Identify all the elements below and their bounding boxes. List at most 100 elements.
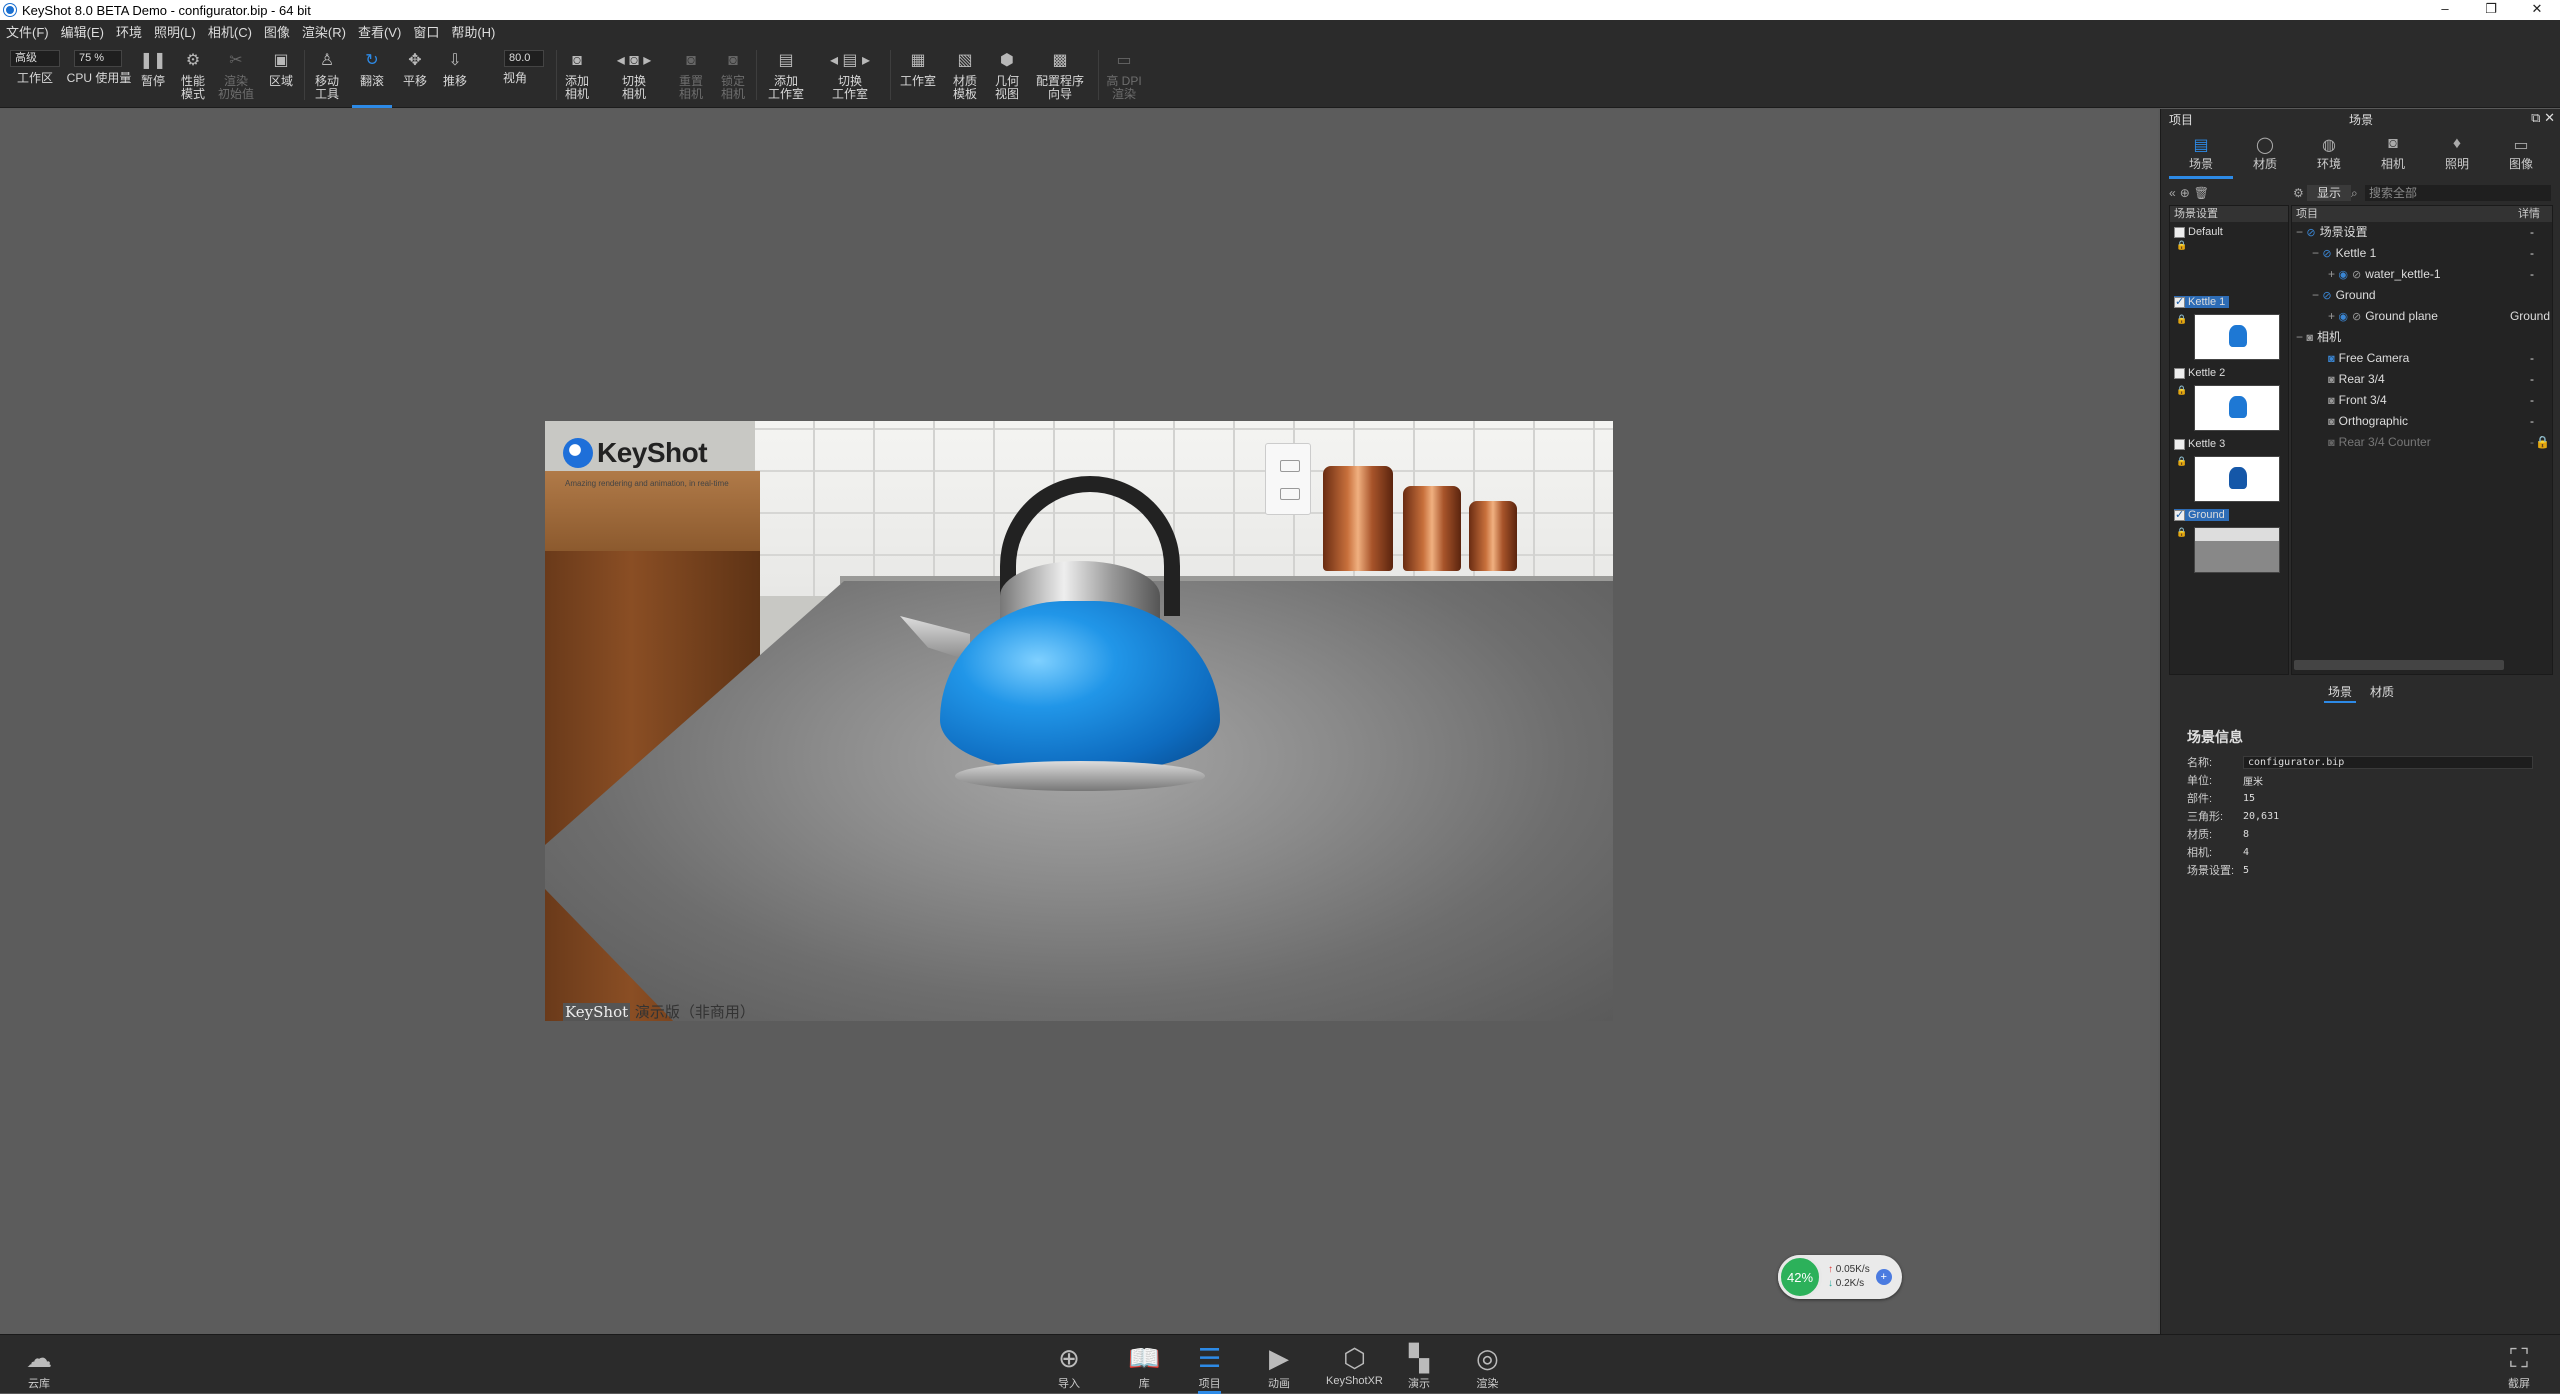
collapse-icon[interactable]: « (2169, 186, 2176, 200)
search-input[interactable]: 搜索全部 (2365, 185, 2551, 201)
tree-row[interactable]: + ◉ ⊘ Ground plane Ground (2292, 306, 2552, 327)
presentation-button[interactable]: ▚ 演示 (1408, 1341, 1430, 1391)
close-button[interactable]: ✕ (2514, 0, 2560, 20)
toolbar-tumble[interactable]: ↻ 翻滚 (352, 42, 392, 108)
toolbar-performance-mode[interactable]: ⚙ 性能 模式 (176, 42, 210, 108)
tree-horizontal-scrollbar[interactable] (2294, 660, 2504, 670)
toolbar-add-studio[interactable]: ▤ 添加 工作室 (764, 42, 808, 108)
toolbar-studio[interactable]: ▦ 工作室 (898, 42, 938, 108)
maximize-button[interactable]: ❐ (2468, 0, 2514, 20)
toolbar-configurator-wizard[interactable]: ▩ 配置程序 向导 (1030, 42, 1090, 108)
menu-edit[interactable]: 编辑(E) (61, 22, 104, 41)
tree-row-label: Rear 3/4 Counter (2338, 435, 2431, 449)
toolbar-switch-camera[interactable]: ◂ ◙ ▸ 切换 相机 (602, 42, 666, 108)
subtab-material[interactable]: 材质 (2366, 683, 2398, 703)
toolbar-workspace[interactable]: 工作区 (12, 42, 58, 108)
tree-row[interactable]: + ◉ ⊘ water_kettle-1 - (2292, 264, 2552, 285)
scene-set-kettle-3[interactable]: Kettle 3 🔒 (2170, 434, 2288, 505)
tree-row[interactable]: − ⊘ Kettle 1 - (2292, 243, 2552, 264)
toolbar-switch-studio[interactable]: ◂ ▤ ▸ 切换 工作室 (818, 42, 882, 108)
toolbar-lock-camera[interactable]: ◙ 锁定 相机 (716, 42, 750, 108)
window-controls: – ❐ ✕ (2422, 0, 2560, 20)
tree-row[interactable]: − ⊘ 场景设置 - (2292, 222, 2552, 243)
subtab-scene[interactable]: 场景 (2323, 683, 2356, 703)
tab-scene[interactable]: ▤ 场景 (2169, 131, 2233, 179)
menu-view[interactable]: 查看(V) (358, 22, 401, 41)
menu-camera[interactable]: 相机(C) (208, 22, 252, 41)
toolbar-geometry-view[interactable]: ⬢ 几何 视图 (990, 42, 1024, 108)
lock-icon[interactable]: 🔒 (2176, 314, 2187, 325)
add-scene-set-icon[interactable]: ⊕ (2180, 186, 2190, 200)
toolbar-reset-camera[interactable]: ◙ 重置 相机 (674, 42, 708, 108)
widget-plus-button[interactable]: + (1875, 1269, 1892, 1285)
info-name-field[interactable]: configurator.bip (2243, 755, 2533, 769)
import-button[interactable]: ⊕ 导入 (1058, 1341, 1080, 1391)
toolbar-dolly[interactable]: ⇩ 推移 (438, 42, 472, 108)
scene-set-checkbox[interactable] (2174, 508, 2185, 521)
toolbar-pause[interactable]: ❚❚ 暂停 (136, 42, 170, 108)
tree-row[interactable]: ◙ Front 3/4 - (2292, 390, 2552, 411)
render-viewport[interactable]: KeyShot Amazing rendering and animation,… (0, 109, 2158, 1334)
cloud-library-button[interactable]: ☁ 云库 (26, 1341, 52, 1391)
lock-icon[interactable]: 🔒 (2176, 527, 2187, 538)
toolbar-cpu-usage[interactable]: CPU 使用量 (66, 42, 132, 108)
tree-row[interactable]: − ⊘ Ground (2292, 285, 2552, 306)
scene-set-checkbox[interactable] (2174, 226, 2185, 238)
library-button[interactable]: 📖 库 (1128, 1341, 1160, 1391)
tab-lighting[interactable]: ♦ 照明 (2425, 131, 2489, 179)
scene-set-default[interactable]: Default 🔒 (2170, 222, 2288, 292)
keyshot-app-icon (4, 4, 16, 16)
menu-file[interactable]: 文件(F) (6, 22, 49, 41)
toolbar-move-tool[interactable]: ♙ 移动 工具 (310, 42, 344, 108)
scene-set-kettle-2[interactable]: Kettle 2 🔒 (2170, 363, 2288, 434)
network-speed-widget[interactable]: 42% ↑ 0.05K/s ↓ 0.2K/s + (1778, 1255, 1902, 1299)
scene-set-checkbox[interactable] (2174, 367, 2185, 379)
toolbar-material-template[interactable]: ▧ 材质 模板 (948, 42, 982, 108)
tree-row[interactable]: ◙ Rear 3/4 - (2292, 369, 2552, 390)
toolbar-render-initial[interactable]: ✂ 渲染 初始值 (216, 42, 256, 108)
rendered-image[interactable]: KeyShot Amazing rendering and animation,… (545, 421, 1613, 1021)
panel-close-icon[interactable]: ✕ (2544, 110, 2555, 125)
visibility-eye-icon[interactable]: ◉ (2338, 311, 2348, 323)
toolbar-add-camera[interactable]: ◙ 添加 相机 (560, 42, 594, 108)
lock-icon[interactable]: 🔒 (2535, 432, 2550, 453)
delete-icon[interactable]: 🗑 (2194, 186, 2209, 200)
scene-set-checkbox[interactable] (2174, 295, 2185, 308)
tab-material[interactable]: ◯ 材质 (2233, 131, 2297, 179)
screenshot-button[interactable]: ⛶ 截屏 (2508, 1341, 2530, 1391)
menu-help[interactable]: 帮助(H) (451, 22, 495, 41)
render-button[interactable]: ◎ 渲染 (1476, 1341, 1499, 1391)
menu-image[interactable]: 图像 (264, 22, 290, 41)
lock-icon[interactable]: 🔒 (2176, 240, 2187, 251)
toolbar-dolly-label: 推移 (442, 74, 467, 88)
menu-environment[interactable]: 环境 (116, 22, 142, 41)
tab-image[interactable]: ▭ 图像 (2489, 131, 2553, 179)
lock-icon[interactable]: 🔒 (2176, 385, 2187, 396)
tree-row[interactable]: − ◙ 相机 (2292, 327, 2552, 348)
menu-render[interactable]: 渲染(R) (302, 22, 346, 41)
toolbar-region[interactable]: ▣ 区域 (264, 42, 298, 108)
settings-gear-icon[interactable]: ⚙ (2293, 186, 2304, 200)
toolbar-pan[interactable]: ✥ 平移 (398, 42, 432, 108)
scene-set-checkbox[interactable] (2174, 438, 2185, 450)
tree-row[interactable]: ◙ Orthographic - (2292, 411, 2552, 432)
tab-camera[interactable]: ◙ 相机 (2361, 131, 2425, 179)
lock-icon[interactable]: 🔒 (2176, 456, 2187, 467)
show-button[interactable]: 显示 (2307, 185, 2352, 201)
detach-icon[interactable]: ⧉ (2531, 110, 2540, 125)
keyshotxr-button[interactable]: ⬡ KeyShotXR (1326, 1341, 1383, 1387)
info-row: 单位: 厘米 (2187, 771, 2557, 789)
toolbar-fov[interactable]: 视角 (482, 42, 548, 108)
visibility-eye-icon[interactable]: ◉ (2338, 269, 2348, 281)
scene-set-kettle-1[interactable]: Kettle 1 🔒 (2170, 292, 2288, 363)
project-button[interactable]: ☰ 项目 (1198, 1341, 1222, 1394)
toolbar-high-dpi[interactable]: ▭ 高 DPI 渲染 (1104, 42, 1144, 108)
tab-environment[interactable]: ◍ 环境 (2297, 131, 2361, 179)
minimize-button[interactable]: – (2422, 0, 2468, 20)
animation-button[interactable]: ▶ 动画 (1268, 1341, 1290, 1391)
tree-row[interactable]: ◙ Rear 3/4 Counter - 🔒 (2292, 432, 2552, 453)
tree-row[interactable]: ◙ Free Camera - (2292, 348, 2552, 369)
scene-set-ground[interactable]: Ground 🔒 (2170, 505, 2288, 576)
menu-window[interactable]: 窗口 (413, 22, 439, 41)
menu-lighting[interactable]: 照明(L) (154, 22, 196, 41)
